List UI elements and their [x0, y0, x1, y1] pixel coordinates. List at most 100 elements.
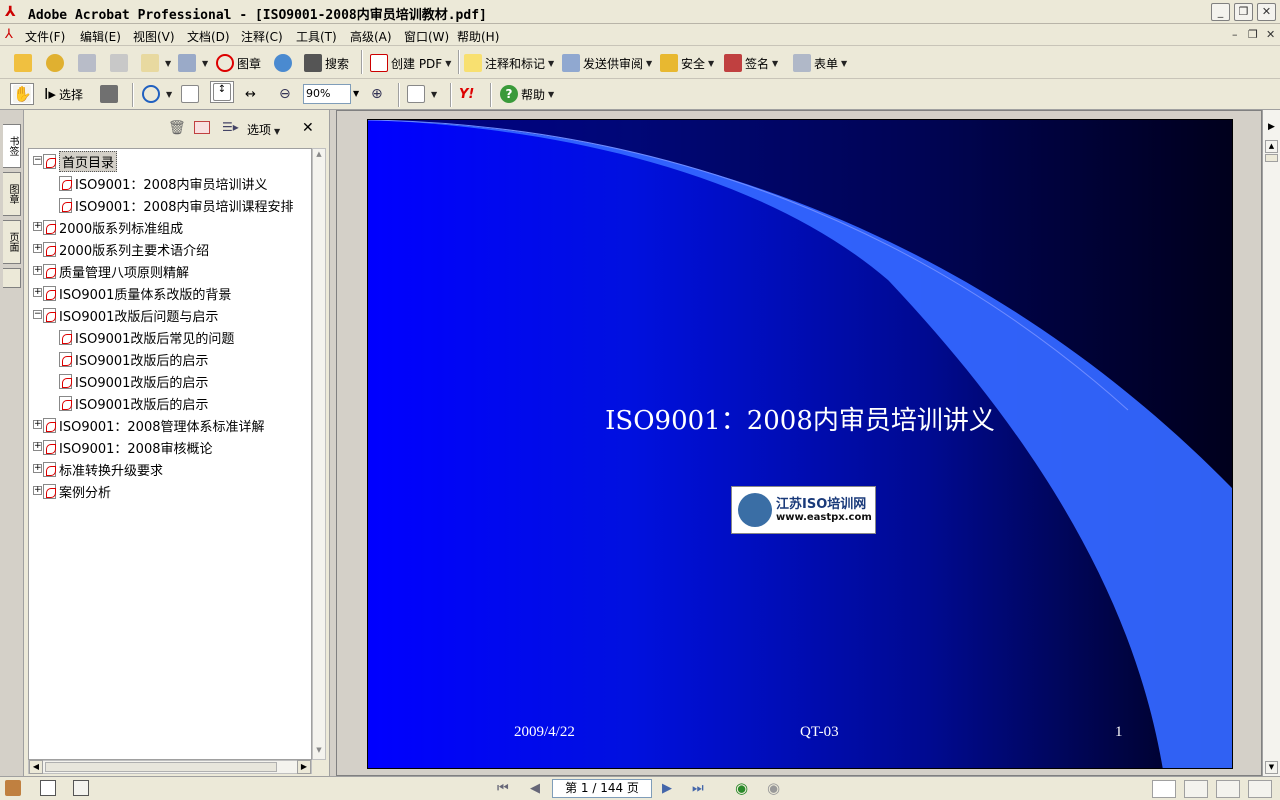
menu-tools[interactable]: 工具(T) [296, 28, 337, 45]
doc-close-button[interactable]: ✕ [1266, 28, 1275, 41]
tab-signatures[interactable]: 图章 [3, 172, 21, 216]
last-page-button[interactable]: ⏭ [692, 781, 704, 796]
single-page-layout-button[interactable] [1152, 780, 1176, 798]
fit-width-button[interactable]: ↔ [245, 83, 256, 105]
zoom-input[interactable]: 90% [303, 84, 351, 104]
zoom-dropdown[interactable]: ▼ [353, 89, 359, 98]
organizer-icon [46, 54, 64, 72]
menu-help[interactable]: 帮助(H) [457, 28, 499, 45]
collapse-icon[interactable]: − [33, 310, 42, 319]
secure-button[interactable]: 安全 ▼ [660, 52, 714, 74]
menu-comments[interactable]: 注释(C) [241, 28, 283, 45]
search-button[interactable]: 搜索 [304, 52, 349, 74]
expand-icon[interactable]: + [33, 288, 42, 297]
bookmark-vertical-scrollbar[interactable]: ▲ ▼ [312, 148, 326, 760]
doc-minimize-button[interactable]: – [1232, 28, 1238, 41]
close-button[interactable]: ✕ [1257, 3, 1276, 21]
scroll-down-button[interactable]: ▼ [1265, 761, 1278, 774]
open-button[interactable] [14, 52, 35, 74]
select-tool-button[interactable]: I▸ 选择 [44, 83, 83, 105]
menu-advanced[interactable]: 高级(A) [350, 28, 392, 45]
help-button[interactable]: ? 帮助 ▼ [500, 83, 554, 105]
actual-size-button[interactable] [181, 83, 202, 105]
bookmark-item[interactable]: + ISO9001：2008管理体系标准详解 [33, 415, 265, 435]
continuous-facing-layout-button[interactable] [1248, 780, 1272, 798]
expand-icon[interactable]: + [33, 244, 42, 253]
document-properties-icon[interactable] [40, 780, 56, 796]
bookmark-item[interactable]: ISO9001改版后的启示 [59, 393, 208, 413]
bookmark-item[interactable]: + 质量管理八项原则精解 [33, 261, 189, 281]
bookmark-item[interactable]: − 首页目录 [33, 150, 118, 172]
sign-button[interactable]: 签名 ▼ [724, 52, 778, 74]
rotate-button[interactable]: ▼ [407, 83, 437, 105]
menu-file[interactable]: 文件(F) [25, 28, 65, 45]
tab-bookmarks[interactable]: 书签 [3, 124, 21, 168]
forms-button[interactable]: 表单 ▼ [793, 52, 847, 74]
organizer-button[interactable] [46, 52, 67, 74]
zoom-in-button[interactable]: ⊕ [371, 83, 383, 105]
facing-layout-button[interactable] [1216, 780, 1240, 798]
snapshot-button[interactable] [100, 83, 121, 105]
expand-icon[interactable]: + [33, 486, 42, 495]
page-size-icon[interactable] [73, 780, 89, 796]
yahoo-button[interactable]: Y! [459, 83, 474, 105]
bookmark-item[interactable]: ISO9001改版后的启示 [59, 371, 208, 391]
bookmark-item[interactable]: ISO9001：2008内审员培训课程安排 [59, 195, 294, 215]
trash-icon[interactable]: 🗑 [168, 120, 186, 136]
zoom-out-button[interactable]: ⊖ [279, 83, 291, 105]
document-vertical-scrollbar[interactable]: ▶ ▲ ▼ [1262, 110, 1280, 776]
minimize-button[interactable]: _ [1211, 3, 1230, 21]
next-page-button[interactable]: ▶ [662, 781, 672, 796]
bookmark-item[interactable]: + 标准转换升级要求 [33, 459, 163, 479]
go-back-button[interactable]: ◉ [735, 779, 748, 797]
expand-icon[interactable]: + [33, 464, 42, 473]
stamp-button[interactable]: 图章 [216, 52, 261, 74]
menu-window[interactable]: 窗口(W) [404, 28, 449, 45]
bookmark-item[interactable]: +2000版系列标准组成 [33, 217, 183, 237]
new-bookmark-icon[interactable] [194, 121, 210, 134]
hand-tool-button[interactable]: ✋ [10, 83, 34, 105]
bookmark-item[interactable]: + ISO9001质量体系改版的背景 [33, 283, 231, 303]
doc-restore-button[interactable]: ❐ [1248, 28, 1258, 41]
menu-document[interactable]: 文档(D) [187, 28, 230, 45]
bookmark-item[interactable]: ISO9001：2008内审员培训讲义 [59, 173, 268, 193]
bookmark-horizontal-scrollbar[interactable]: ◀ ▶ [28, 760, 312, 774]
bookmark-item[interactable]: +2000版系列主要术语介绍 [33, 239, 209, 259]
send-review-button[interactable]: 发送供审阅 ▼ [562, 52, 652, 74]
email-button[interactable]: ▼ [141, 52, 171, 74]
split-arrow-icon[interactable]: ▶ [1265, 122, 1278, 136]
collapse-icon[interactable]: − [33, 156, 42, 165]
save-button[interactable] [78, 52, 99, 74]
menu-edit[interactable]: 编辑(E) [80, 28, 121, 45]
attach-button[interactable]: ▼ [178, 52, 208, 74]
bookmark-item[interactable]: − ISO9001改版后问题与启示 [33, 305, 218, 325]
continuous-layout-button[interactable] [1184, 780, 1208, 798]
bookmark-item[interactable]: ISO9001改版后常见的问题 [59, 327, 234, 347]
zoom-in-tool-button[interactable]: ▼ [142, 83, 172, 105]
bookmark-item[interactable]: ISO9001改版后的启示 [59, 349, 208, 369]
options-menu[interactable]: 选项 ▼ [247, 121, 280, 138]
previous-page-button[interactable]: ◀ [530, 781, 540, 796]
scroll-up-button[interactable]: ▲ [1265, 140, 1278, 153]
close-panel-button[interactable]: ✕ [302, 120, 314, 136]
restore-button[interactable]: ❐ [1234, 3, 1253, 21]
bookmark-item[interactable]: + ISO9001：2008审核概论 [33, 437, 213, 457]
expand-icon[interactable]: + [33, 222, 42, 231]
expand-icon[interactable]: + [33, 266, 42, 275]
scroll-thumb[interactable] [1265, 154, 1278, 162]
create-pdf-button[interactable]: 创建 PDF ▼ [370, 52, 451, 74]
expand-icon[interactable]: + [33, 442, 42, 451]
go-forward-button[interactable]: ◉ [767, 779, 780, 797]
globe-button[interactable] [274, 52, 295, 74]
menu-view[interactable]: 视图(V) [133, 28, 175, 45]
first-page-button[interactable]: ⏮ [497, 781, 509, 796]
comment-markup-button[interactable]: 注释和标记 ▼ [464, 52, 554, 74]
print-button[interactable] [110, 52, 131, 74]
tab-pages[interactable]: 页面 [3, 220, 21, 264]
page-number-input[interactable]: 第 1 / 144 页 [552, 779, 652, 798]
tab-extra[interactable] [3, 268, 21, 288]
fit-page-button[interactable]: ↕ [210, 81, 234, 103]
expand-icon[interactable]: + [33, 420, 42, 429]
expand-bookmark-icon[interactable]: ☰▸ [222, 120, 239, 134]
bookmark-item[interactable]: + 案例分析 [33, 481, 111, 501]
